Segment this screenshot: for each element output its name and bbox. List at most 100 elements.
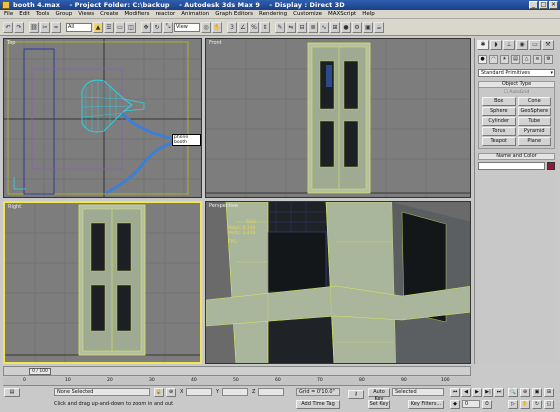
select-move-icon[interactable]: ✥ bbox=[141, 21, 151, 33]
motion-tab-icon[interactable]: ◉ bbox=[516, 40, 528, 50]
selection-filter-dropdown[interactable]: All bbox=[66, 22, 92, 32]
arc-rotate-icon[interactable]: ↻ bbox=[532, 400, 542, 409]
space-warps-icon[interactable]: ≋ bbox=[533, 55, 542, 64]
time-config-icon[interactable]: ⏱ bbox=[482, 400, 492, 409]
redo-icon[interactable]: ↷ bbox=[14, 21, 24, 33]
percent-snap-icon[interactable]: % bbox=[249, 21, 259, 33]
viewport-top[interactable]: Top phone booth bbox=[3, 38, 202, 198]
key-mode-dropdown[interactable]: Selected bbox=[392, 388, 444, 396]
render-setup-icon[interactable]: ⚙ bbox=[352, 21, 362, 33]
maximize-viewport-icon[interactable]: ◱ bbox=[544, 400, 554, 409]
viewport-front-label[interactable]: Front bbox=[209, 40, 222, 46]
y-coordinate-field[interactable] bbox=[222, 388, 248, 396]
align-icon[interactable]: ⊟ bbox=[297, 21, 307, 33]
named-selection-icon[interactable]: ✎ bbox=[275, 21, 285, 33]
absolute-mode-icon[interactable]: ⊕ bbox=[166, 388, 176, 397]
display-tab-icon[interactable]: ▭ bbox=[529, 40, 541, 50]
key-icon[interactable]: ⚷ bbox=[348, 390, 364, 399]
viewport-front[interactable]: Front bbox=[205, 38, 471, 198]
menu-modifiers[interactable]: Modifiers bbox=[124, 11, 149, 17]
lights-icon[interactable]: ☀ bbox=[500, 55, 509, 64]
pyramid-button[interactable]: Pyramid bbox=[517, 127, 551, 136]
window-crossing-icon[interactable]: ◫ bbox=[126, 21, 136, 33]
field-of-view-icon[interactable]: ▷ bbox=[508, 400, 518, 409]
auto-key-button[interactable]: Auto Key bbox=[368, 388, 390, 402]
object-name-input[interactable] bbox=[478, 162, 545, 170]
curve-editor-icon[interactable]: ∿ bbox=[319, 21, 329, 33]
menu-create[interactable]: Create bbox=[100, 11, 118, 17]
go-to-end-icon[interactable]: ⏭ bbox=[494, 388, 504, 397]
snaps-toggle-icon[interactable]: 3 bbox=[227, 21, 237, 33]
zoom-icon[interactable]: 🔍 bbox=[508, 388, 518, 397]
object-type-rollout-header[interactable]: Object Type bbox=[478, 81, 555, 88]
menu-group[interactable]: Group bbox=[55, 11, 72, 17]
menu-edit[interactable]: Edit bbox=[19, 11, 30, 17]
name-color-rollout-header[interactable]: Name and Color bbox=[478, 153, 555, 160]
menu-customize[interactable]: Customize bbox=[293, 11, 322, 17]
modify-tab-icon[interactable]: ◗ bbox=[490, 40, 502, 50]
pan-icon[interactable]: ✋ bbox=[520, 400, 530, 409]
previous-frame-icon[interactable]: ◀ bbox=[461, 388, 471, 397]
utilities-tab-icon[interactable]: ⚒ bbox=[542, 40, 554, 50]
quick-render-icon[interactable]: ☕ bbox=[374, 21, 384, 33]
menu-views[interactable]: Views bbox=[78, 11, 94, 17]
maxscript-listener-icon[interactable]: ▤ bbox=[4, 388, 20, 397]
z-coordinate-field[interactable] bbox=[258, 388, 284, 396]
menu-tools[interactable]: Tools bbox=[36, 11, 50, 17]
track-bar[interactable]: 0 10 20 30 40 50 60 70 80 90 100 bbox=[3, 377, 471, 386]
primitive-category-dropdown[interactable]: Standard Primitives ▾ bbox=[478, 69, 555, 77]
rect-selection-icon[interactable]: ▭ bbox=[115, 21, 125, 33]
minimize-button[interactable]: _ bbox=[529, 1, 538, 9]
next-frame-icon[interactable]: ▶| bbox=[483, 388, 493, 397]
key-filters-button[interactable]: Key Filters... bbox=[408, 400, 444, 409]
menu-reactor[interactable]: reactor bbox=[156, 11, 176, 17]
undo-icon[interactable]: ↶ bbox=[3, 21, 13, 33]
box-button[interactable]: Box bbox=[482, 97, 516, 106]
menu-maxscript[interactable]: MAXScript bbox=[328, 11, 356, 17]
cone-button[interactable]: Cone bbox=[517, 97, 551, 106]
menu-animation[interactable]: Animation bbox=[181, 11, 209, 17]
select-object-icon[interactable]: ▲ bbox=[93, 21, 103, 33]
geometry-icon[interactable]: ● bbox=[478, 55, 487, 64]
viewport-right[interactable]: Right bbox=[3, 201, 202, 364]
spinner-snap-icon[interactable]: ⇕ bbox=[260, 21, 270, 33]
viewport-perspective-label[interactable]: Perspective bbox=[209, 203, 238, 209]
play-icon[interactable]: ▶ bbox=[472, 388, 482, 397]
select-scale-icon[interactable]: ⤡ bbox=[163, 21, 173, 33]
menu-graph-editors[interactable]: Graph Editors bbox=[215, 11, 253, 17]
menu-file[interactable]: File bbox=[4, 11, 13, 17]
torus-button[interactable]: Torus bbox=[482, 127, 516, 136]
key-mode-toggle-icon[interactable]: ◆ bbox=[450, 400, 460, 409]
cylinder-button[interactable]: Cylinder bbox=[482, 117, 516, 126]
set-key-button[interactable]: Set Key bbox=[368, 400, 390, 409]
plane-button[interactable]: Plane bbox=[517, 137, 551, 146]
current-frame-field[interactable]: 0 bbox=[462, 400, 480, 408]
teapot-button[interactable]: Teapot bbox=[482, 137, 516, 146]
mirror-icon[interactable]: ⇋ bbox=[286, 21, 296, 33]
x-coordinate-field[interactable] bbox=[186, 388, 212, 396]
maximize-button[interactable]: □ bbox=[539, 1, 548, 9]
angle-snap-icon[interactable]: ∠ bbox=[238, 21, 248, 33]
reference-coordinate-dropdown[interactable]: View bbox=[174, 22, 200, 32]
bind-space-warp-icon[interactable]: ≈ bbox=[51, 21, 61, 33]
time-slider[interactable]: 0 / 100 bbox=[3, 366, 471, 376]
systems-icon[interactable]: ⚙ bbox=[544, 55, 553, 64]
cameras-icon[interactable]: ▤ bbox=[511, 55, 520, 64]
viewport-top-label[interactable]: Top bbox=[7, 40, 15, 46]
select-link-icon[interactable]: ⛓ bbox=[29, 21, 39, 33]
add-time-tag-button[interactable]: Add Time Tag bbox=[296, 400, 340, 409]
shapes-icon[interactable]: ◠ bbox=[489, 55, 498, 64]
menu-rendering[interactable]: Rendering bbox=[259, 11, 287, 17]
go-to-start-icon[interactable]: ⏮ bbox=[450, 388, 460, 397]
unlink-icon[interactable]: ✂ bbox=[40, 21, 50, 33]
viewport-perspective[interactable]: Perspective Total Polys: 6,198 Verts: 3,… bbox=[205, 201, 471, 364]
menu-help[interactable]: Help bbox=[362, 11, 375, 17]
manipulate-icon[interactable]: ✋ bbox=[212, 21, 222, 33]
schematic-view-icon[interactable]: ⊞ bbox=[330, 21, 340, 33]
select-by-name-icon[interactable]: ☰ bbox=[104, 21, 114, 33]
time-slider-thumb[interactable]: 0 / 100 bbox=[29, 368, 51, 375]
tube-button[interactable]: Tube bbox=[517, 117, 551, 126]
selection-lock-icon[interactable]: 🔒 bbox=[154, 388, 164, 397]
zoom-all-icon[interactable]: ⊕ bbox=[520, 388, 530, 397]
helpers-icon[interactable]: △ bbox=[522, 55, 531, 64]
